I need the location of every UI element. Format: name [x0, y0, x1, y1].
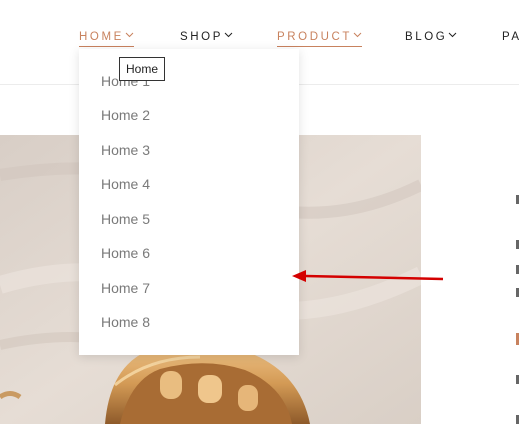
nav-item-product[interactable]: PRODUCT: [277, 31, 363, 47]
dropdown-item-home-7[interactable]: Home 7: [101, 280, 150, 296]
dropdown-item-home-4[interactable]: Home 4: [101, 176, 150, 192]
nav-item-label: BLOG: [405, 31, 448, 43]
nav-item-shop[interactable]: SHOP: [180, 31, 233, 43]
nav-item-label: PRODUCT: [277, 31, 353, 43]
tooltip: Home: [119, 57, 166, 81]
nav-item-label: PA: [502, 31, 519, 43]
chevron-down-icon: [448, 32, 457, 38]
dropdown-item-home-3[interactable]: Home 3: [101, 142, 150, 158]
home-dropdown-menu: Home 1 Home 2 Home 3 Home 4 Home 5 Home …: [79, 49, 299, 355]
dropdown-item-home-6[interactable]: Home 6: [101, 245, 150, 261]
chevron-down-icon: [125, 32, 134, 38]
chevron-down-icon: [224, 32, 233, 38]
nav-item-home[interactable]: HOME: [79, 31, 134, 47]
nav-item-blog[interactable]: BLOG: [405, 31, 457, 43]
dropdown-item-home-8[interactable]: Home 8: [101, 314, 150, 330]
dropdown-item-home-2[interactable]: Home 2: [101, 107, 150, 123]
dropdown-item-home-5[interactable]: Home 5: [101, 211, 150, 227]
nav-item-label: SHOP: [180, 31, 223, 43]
chevron-down-icon: [353, 32, 362, 38]
nav-item-pages[interactable]: PA: [502, 31, 519, 43]
nav-item-label: HOME: [79, 31, 124, 43]
